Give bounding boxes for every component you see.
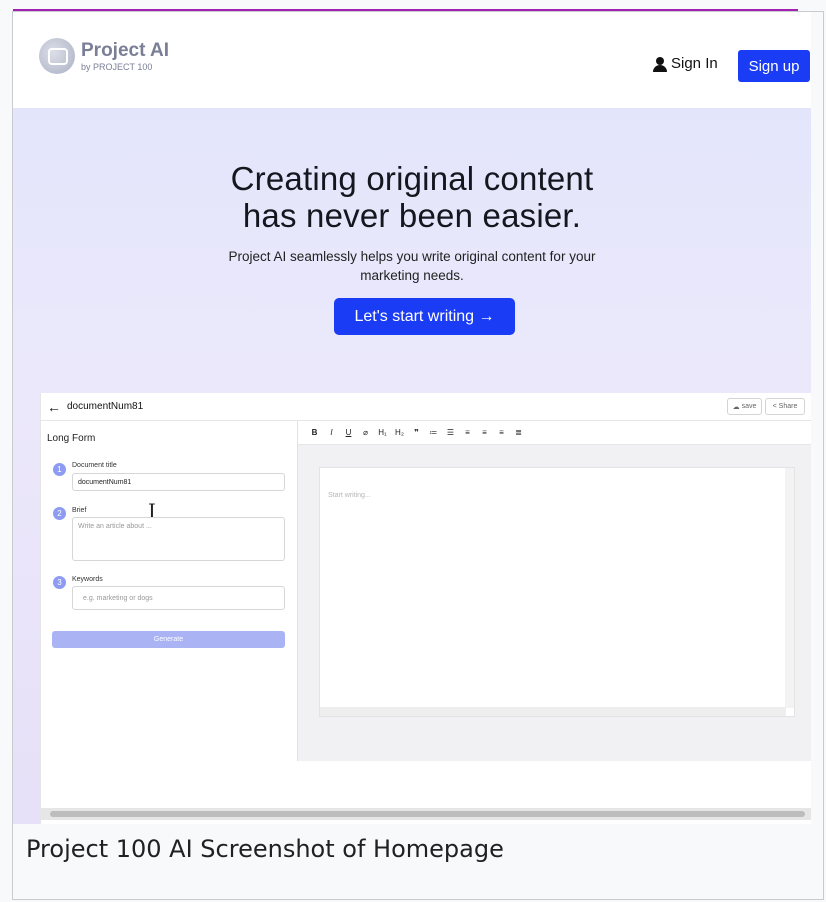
editor-horizontal-scrollbar[interactable] xyxy=(320,707,786,716)
preview-scrollbar[interactable] xyxy=(40,808,811,820)
accent-line xyxy=(13,9,798,11)
homepage-screenshot: Creating original content has never been… xyxy=(13,12,811,824)
editor-pane: B I U ⌀ H₁ H₂ ❞ ≔ ☰ ≡ ≡ ≡ ≣ Start writin… xyxy=(297,421,811,761)
logo-name: Project AI xyxy=(81,39,169,61)
logo-text: Project AI by PROJECT 100 xyxy=(81,41,169,72)
editor-placeholder: Start writing... xyxy=(328,492,371,499)
link-button[interactable]: ⌀ xyxy=(357,428,374,437)
field-label-brief: Brief xyxy=(72,507,87,514)
step-badge: 2 xyxy=(53,507,66,520)
sign-in-link[interactable]: Sign In xyxy=(653,55,718,72)
share-label: Share xyxy=(778,403,798,410)
editor-area[interactable]: Start writing... xyxy=(319,467,795,717)
panel-title: Long Form xyxy=(47,433,96,444)
person-icon xyxy=(653,56,667,72)
save-label: save xyxy=(741,403,757,410)
cloud-icon: ☁ xyxy=(732,403,742,411)
italic-button[interactable]: I xyxy=(323,428,340,437)
hero-lead: Project AI seamlessly helps you write or… xyxy=(228,249,596,283)
app-preview: ← documentNum81 ☁ save < Share Long Form… xyxy=(40,393,811,824)
share-button[interactable]: < Share xyxy=(765,398,805,415)
scrollbar-thumb[interactable] xyxy=(50,811,805,817)
sign-in-label: Sign In xyxy=(671,55,718,72)
app-top-bar: ← documentNum81 ☁ save < Share xyxy=(41,393,811,421)
ordered-list-button[interactable]: ≔ xyxy=(425,428,442,437)
site-logo[interactable]: Project AI by PROJECT 100 xyxy=(39,38,169,74)
align-right-button[interactable]: ≡ xyxy=(493,428,510,437)
bullet-list-button[interactable]: ☰ xyxy=(442,428,459,437)
start-writing-button[interactable]: Let's start writing → xyxy=(334,298,515,335)
align-center-button[interactable]: ≡ xyxy=(476,428,493,437)
underline-button[interactable]: U xyxy=(340,428,357,437)
document-name: documentNum81 xyxy=(67,401,144,412)
sign-up-button[interactable]: Sign up xyxy=(738,50,810,82)
document-title-input[interactable]: documentNum81 xyxy=(72,473,285,491)
align-left-button[interactable]: ≡ xyxy=(459,428,476,437)
heading2-button[interactable]: H₂ xyxy=(391,428,408,437)
site-header: Project AI by PROJECT 100 Sign In Sign u… xyxy=(13,12,811,108)
step-badge: 1 xyxy=(53,463,66,476)
generate-button[interactable]: Generate xyxy=(52,631,285,648)
back-arrow-icon[interactable]: ← xyxy=(47,399,61,415)
format-toolbar: B I U ⌀ H₁ H₂ ❞ ≔ ☰ ≡ ≡ ≡ ≣ xyxy=(298,421,811,445)
editor-vertical-scrollbar[interactable] xyxy=(785,468,794,708)
field-label-title: Document title xyxy=(72,462,117,469)
hero-headline: Creating original content has never been… xyxy=(13,160,811,234)
step-badge: 3 xyxy=(53,576,66,589)
heading1-button[interactable]: H₁ xyxy=(374,428,391,437)
logo-icon xyxy=(39,38,75,74)
figure-caption: Project 100 AI Screenshot of Homepage xyxy=(26,835,504,863)
hero-section: Creating original content has never been… xyxy=(13,108,811,824)
headline-line-1: Creating original content xyxy=(230,160,594,197)
quote-button[interactable]: ❞ xyxy=(408,428,425,437)
headline-line-2: has never been easier. xyxy=(242,197,582,234)
save-button[interactable]: ☁ save xyxy=(727,398,762,415)
brief-textarea[interactable]: Write an article about ... xyxy=(72,517,285,561)
justify-button[interactable]: ≣ xyxy=(510,428,527,437)
logo-subtitle: by PROJECT 100 xyxy=(81,61,153,72)
keywords-input[interactable]: e.g. marketing or dogs xyxy=(72,586,285,610)
bold-button[interactable]: B xyxy=(306,428,323,437)
field-label-keywords: Keywords xyxy=(72,576,103,583)
